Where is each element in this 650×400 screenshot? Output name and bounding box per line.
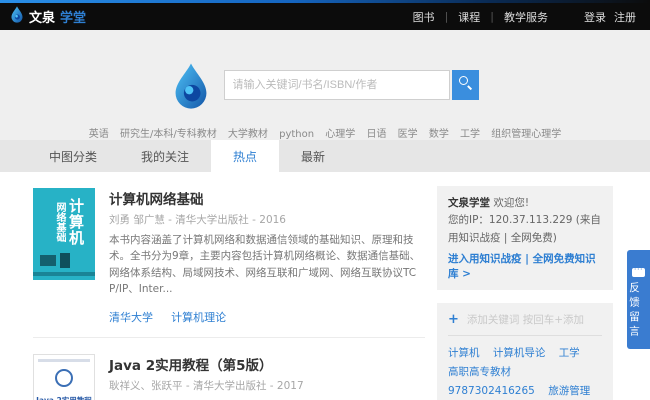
sidebar-tag[interactable]: 计算机 <box>448 345 480 360</box>
welcome-brand: 文泉学堂 <box>448 197 490 209</box>
hot-keyword[interactable]: 心理学 <box>325 129 355 140</box>
feedback-label: 反馈留言 <box>627 282 642 340</box>
nav-separator: | <box>445 10 449 23</box>
tab-my-follows[interactable]: 我的关注 <box>119 140 211 172</box>
hot-keyword[interactable]: 英语 <box>89 129 109 140</box>
plus-icon[interactable]: + <box>448 312 459 327</box>
search-button[interactable] <box>452 70 479 100</box>
sidebar-tag-cloud: 计算机 计算机导论 工学 高职高专教材 9787302416265 旅游管理 航… <box>448 343 602 400</box>
hot-keyword[interactable]: 组织管理心理学 <box>491 129 561 140</box>
cover-subtitle-vertical: 网络基础 <box>52 202 67 242</box>
hot-keyword[interactable]: python <box>279 129 314 140</box>
book-item: Java 2实用教程 （第5版） Java 2实用教程（第5版） 耿祥义、张跃平… <box>33 338 425 400</box>
add-keyword-row: + 添加关键词 按回车+添加 <box>448 312 602 327</box>
top-navbar: 文泉学堂 图书 | 课程 | 教学服务 登录 注册 <box>0 3 650 30</box>
book-title[interactable]: Java 2实用教程（第5版） <box>109 354 425 374</box>
book-description: 本书内容涵盖了计算机网络和数据通信领域的基础知识、原理和技术。全书分为9章，主要… <box>109 232 425 297</box>
nav-item-courses[interactable]: 课程 <box>458 9 480 25</box>
book-cover[interactable]: 计算机 网络基础 <box>33 188 95 280</box>
register-link[interactable]: 注册 <box>614 9 636 25</box>
ip-line: 您的IP：120.37.113.229 (来自 用知识战疫 | 全网免费) <box>448 212 602 247</box>
tab-newest[interactable]: 最新 <box>279 140 347 172</box>
welcome-box: 文泉学堂 欢迎您! 您的IP：120.37.113.229 (来自 用知识战疫 … <box>437 186 613 290</box>
book-list: 计算机 网络基础 计算机网络基础 刘勇 邹广慧 - 清华大学出版社 - 2016… <box>33 172 425 400</box>
cover-title: Java 2实用教程 <box>34 395 94 400</box>
site-logo-icon <box>172 62 210 114</box>
sidebar-tag[interactable]: 计算机导论 <box>493 345 546 360</box>
sidebar: 文泉学堂 欢迎您! 您的IP：120.37.113.229 (来自 用知识战疫 … <box>437 186 613 400</box>
sidebar-tag[interactable]: 旅游管理 <box>548 383 590 398</box>
sidebar-tag[interactable]: 工学 <box>559 345 580 360</box>
keyword-tags-box: + 添加关键词 按回车+添加 计算机 计算机导论 工学 高职高专教材 97873… <box>437 303 613 400</box>
hot-keyword[interactable]: 医学 <box>398 129 418 140</box>
comment-icon <box>632 268 645 277</box>
search-icon <box>459 76 468 85</box>
add-keyword-placeholder[interactable]: 添加关键词 按回车+添加 <box>467 312 584 327</box>
brand-name-part1: 文泉 <box>29 7 55 26</box>
welcome-greeting: 欢迎您! <box>493 197 529 209</box>
book-tag[interactable]: 计算机理论 <box>171 311 226 324</box>
hot-keywords: 英语 研究生/本科/专科教材 大学教材 python 心理学 日语 医学 数学 … <box>0 125 650 140</box>
nav-item-teaching-service[interactable]: 教学服务 <box>504 9 548 25</box>
brand-name-part2: 学堂 <box>60 7 86 26</box>
book-tags: 清华大学 计算机理论 <box>109 306 425 325</box>
book-cover[interactable]: Java 2实用教程 （第5版） <box>33 354 95 400</box>
divider <box>448 335 602 336</box>
cover-title-vertical: 计算机 <box>66 198 87 246</box>
drop-logo-icon <box>10 6 24 27</box>
login-link[interactable]: 登录 <box>584 9 606 25</box>
nav-separator: | <box>490 10 494 23</box>
auth-links: 登录 注册 <box>584 9 636 25</box>
book-tag[interactable]: 清华大学 <box>109 311 153 324</box>
feedback-button[interactable]: 反馈留言 <box>627 250 650 349</box>
hot-keyword[interactable]: 工学 <box>460 129 480 140</box>
content-area: 计算机 网络基础 计算机网络基础 刘勇 邹广慧 - 清华大学出版社 - 2016… <box>0 172 650 400</box>
book-item: 计算机 网络基础 计算机网络基础 刘勇 邹广慧 - 清华大学出版社 - 2016… <box>33 172 425 338</box>
hot-keyword[interactable]: 研究生/本科/专科教材 <box>120 129 217 140</box>
page: 文泉学堂 图书 | 课程 | 教学服务 登录 注册 英语 研究生/本科/专科教材… <box>0 0 650 400</box>
search-input[interactable] <box>224 70 450 100</box>
tab-hot[interactable]: 热点 <box>211 140 279 172</box>
sidebar-tag[interactable]: 高职高专教材 <box>448 364 511 379</box>
hot-keyword[interactable]: 数学 <box>429 129 449 140</box>
book-meta: 耿祥义、张跃平 - 清华大学出版社 - 2017 <box>109 378 425 393</box>
top-nav-menu: 图书 | 课程 | 教学服务 登录 注册 <box>413 9 636 25</box>
book-meta: 刘勇 邹广慧 - 清华大学出版社 - 2016 <box>109 212 425 227</box>
brand-logo[interactable]: 文泉学堂 <box>10 6 86 27</box>
hot-keyword[interactable]: 日语 <box>366 129 386 140</box>
tab-bar: 中图分类 我的关注 热点 最新 <box>0 140 650 172</box>
book-title[interactable]: 计算机网络基础 <box>109 188 425 208</box>
tab-clc-classification[interactable]: 中图分类 <box>27 140 119 172</box>
search-section: 英语 研究生/本科/专科教材 大学教材 python 心理学 日语 医学 数学 … <box>0 30 650 140</box>
sidebar-tag[interactable]: 9787302416265 <box>448 385 535 397</box>
search-box <box>224 70 479 100</box>
nav-item-books[interactable]: 图书 <box>413 9 435 25</box>
hot-keyword[interactable]: 大学教材 <box>228 129 268 140</box>
knowledge-base-link[interactable]: 进入用知识战疫 | 全网免费知识库 > <box>448 251 602 281</box>
